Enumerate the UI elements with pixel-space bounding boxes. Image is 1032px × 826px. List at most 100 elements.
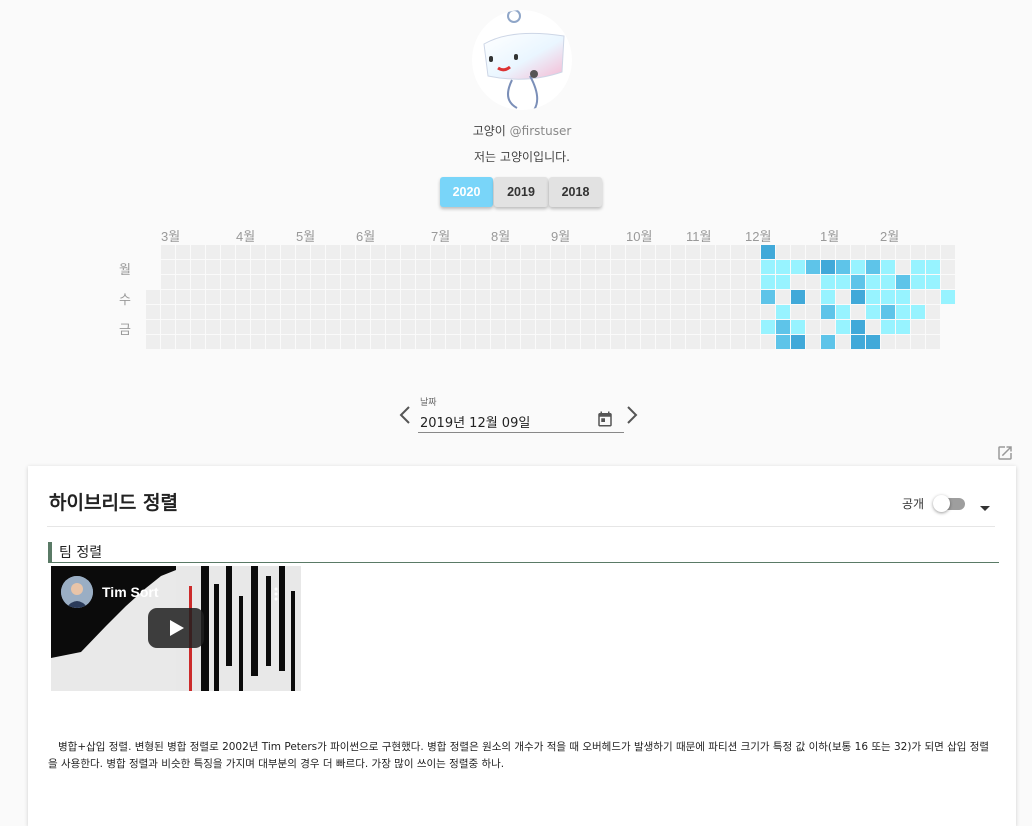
heatmap-cell[interactable] [581,260,595,274]
heatmap-cell[interactable] [716,335,730,349]
heatmap-cell[interactable] [221,335,235,349]
heatmap-cell[interactable] [851,290,865,304]
heatmap-cell[interactable] [266,275,280,289]
heatmap-cell[interactable] [911,320,925,334]
heatmap-cell[interactable] [686,305,700,319]
heatmap-cell[interactable] [386,320,400,334]
heatmap-cell[interactable] [896,335,910,349]
heatmap-cell[interactable] [656,320,670,334]
heatmap-cell[interactable] [536,320,550,334]
heatmap-cell[interactable] [671,290,685,304]
heatmap-cell[interactable] [161,260,175,274]
heatmap-cell[interactable] [401,260,415,274]
heatmap-cell[interactable] [896,260,910,274]
heatmap-cell[interactable] [206,260,220,274]
heatmap-cell[interactable] [836,320,850,334]
heatmap-cell[interactable] [356,305,370,319]
heatmap-cell[interactable] [491,245,505,259]
heatmap-cell[interactable] [581,290,595,304]
heatmap-cell[interactable] [356,260,370,274]
heatmap-cell[interactable] [896,290,910,304]
heatmap-cell[interactable] [881,260,895,274]
heatmap-cell[interactable] [281,290,295,304]
heatmap-cell[interactable] [476,260,490,274]
heatmap-cell[interactable] [236,260,250,274]
heatmap-cell[interactable] [731,305,745,319]
heatmap-cell[interactable] [176,260,190,274]
calendar-icon[interactable] [596,410,614,432]
heatmap-cell[interactable] [266,290,280,304]
heatmap-cell[interactable] [176,245,190,259]
heatmap-cell[interactable] [881,245,895,259]
heatmap-cell[interactable] [626,335,640,349]
heatmap-cell[interactable] [701,320,715,334]
heatmap-cell[interactable] [236,320,250,334]
heatmap-cell[interactable] [461,335,475,349]
heatmap-cell[interactable] [581,275,595,289]
heatmap-cell[interactable] [491,290,505,304]
heatmap-cell[interactable] [326,260,340,274]
heatmap-cell[interactable] [611,290,625,304]
heatmap-cell[interactable] [536,275,550,289]
heatmap-cell[interactable] [431,245,445,259]
heatmap-cell[interactable] [626,260,640,274]
heatmap-cell[interactable] [341,335,355,349]
heatmap-cell[interactable] [191,245,205,259]
heatmap-cell[interactable] [536,260,550,274]
heatmap-cell[interactable] [821,320,835,334]
heatmap-cell[interactable] [476,335,490,349]
heatmap-cell[interactable] [866,260,880,274]
heatmap-cell[interactable] [506,275,520,289]
heatmap-cell[interactable] [941,290,955,304]
heatmap-cell[interactable] [461,290,475,304]
heatmap-cell[interactable] [836,335,850,349]
heatmap-cell[interactable] [461,260,475,274]
heatmap-cell[interactable] [611,245,625,259]
heatmap-cell[interactable] [521,275,535,289]
heatmap-cell[interactable] [656,245,670,259]
heatmap-cell[interactable] [446,305,460,319]
heatmap-cell[interactable] [641,320,655,334]
heatmap-cell[interactable] [911,335,925,349]
previous-date-button[interactable] [397,404,413,426]
heatmap-cell[interactable] [221,260,235,274]
heatmap-cell[interactable] [551,275,565,289]
heatmap-cell[interactable] [236,275,250,289]
heatmap-cell[interactable] [281,335,295,349]
year-button-2019[interactable]: 2019 [494,177,548,207]
heatmap-cell[interactable] [701,260,715,274]
heatmap-cell[interactable] [401,275,415,289]
heatmap-cell[interactable] [341,320,355,334]
heatmap-cell[interactable] [776,335,790,349]
heatmap-cell[interactable] [806,245,820,259]
heatmap-cell[interactable] [356,290,370,304]
heatmap-cell[interactable] [356,245,370,259]
heatmap-cell[interactable] [176,275,190,289]
heatmap-cell[interactable] [161,290,175,304]
heatmap-cell[interactable] [416,260,430,274]
heatmap-cell[interactable] [536,245,550,259]
heatmap-cell[interactable] [281,320,295,334]
heatmap-cell[interactable] [476,290,490,304]
heatmap-cell[interactable] [926,305,940,319]
heatmap-cell[interactable] [326,320,340,334]
heatmap-cell[interactable] [416,290,430,304]
heatmap-cell[interactable] [596,320,610,334]
heatmap-cell[interactable] [251,290,265,304]
heatmap-cell[interactable] [746,305,760,319]
heatmap-cell[interactable] [251,275,265,289]
heatmap-cell[interactable] [881,320,895,334]
heatmap-cell[interactable] [626,320,640,334]
heatmap-cell[interactable] [806,260,820,274]
heatmap-cell[interactable] [371,290,385,304]
heatmap-cell[interactable] [746,260,760,274]
heatmap-cell[interactable] [776,275,790,289]
heatmap-cell[interactable] [746,275,760,289]
heatmap-cell[interactable] [356,320,370,334]
heatmap-cell[interactable] [671,245,685,259]
heatmap-cell[interactable] [161,335,175,349]
heatmap-cell[interactable] [266,335,280,349]
heatmap-cell[interactable] [446,335,460,349]
heatmap-cell[interactable] [641,275,655,289]
heatmap-cell[interactable] [521,290,535,304]
